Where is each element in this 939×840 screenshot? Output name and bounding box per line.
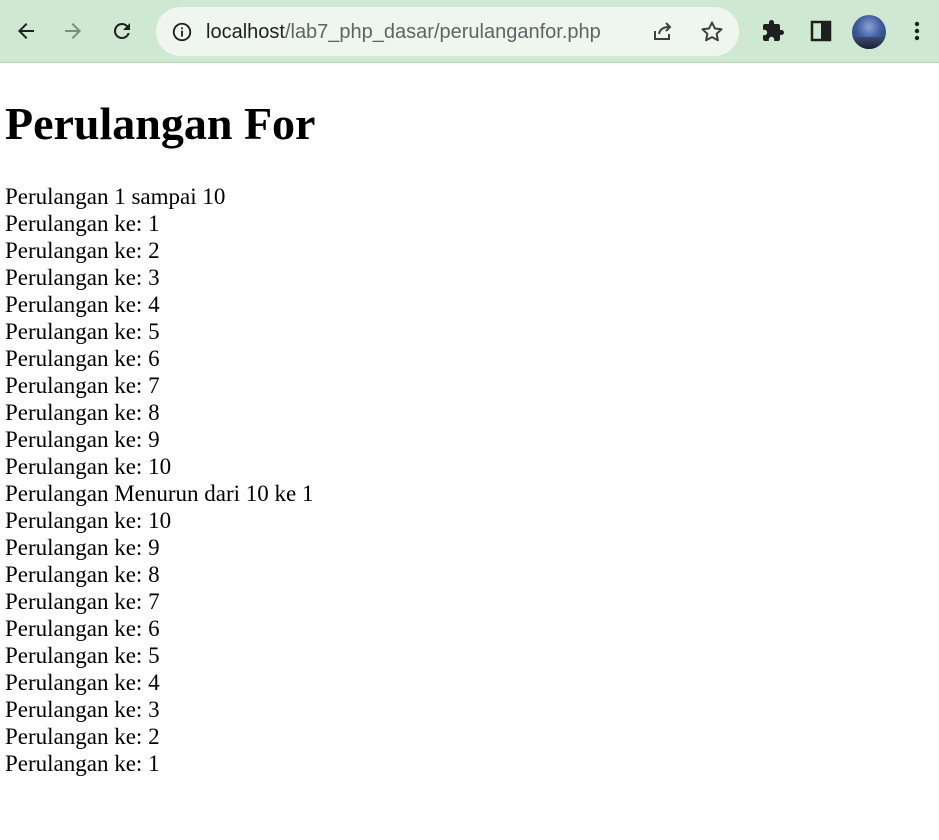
output-line: Perulangan ke: 6: [5, 346, 160, 371]
url-text[interactable]: localhost/lab7_php_dasar/perulanganfor.p…: [206, 20, 601, 44]
output-line: Perulangan ke: 10: [5, 508, 172, 533]
output-line: Perulangan ke: 1: [5, 751, 160, 776]
output-line: Perulangan ke: 3: [5, 265, 160, 290]
more-vert-icon: [914, 21, 920, 41]
output-line: Perulangan ke: 9: [5, 535, 160, 560]
output-line: Perulangan ke: 2: [5, 724, 160, 749]
output-line: Perulangan ke: 7: [5, 589, 160, 614]
browser-toolbar: localhost/lab7_php_dasar/perulanganfor.p…: [0, 0, 939, 63]
output-line: Perulangan ke: 6: [5, 616, 160, 641]
page-title: Perulangan For: [5, 98, 316, 149]
arrow-left-icon: [18, 23, 34, 39]
output-line: Perulangan ke: 4: [5, 292, 160, 317]
loop-output: Perulangan 1 sampai 10 Perulangan ke: 1 …: [5, 183, 314, 777]
url-path: /lab7_php_dasar/perulanganfor.php: [284, 21, 601, 43]
output-line: Perulangan ke: 1: [5, 211, 160, 236]
output-line: Perulangan 1 sampai 10: [5, 184, 226, 209]
side-panel-icon: [810, 20, 832, 42]
output-line: Perulangan ke: 7: [5, 373, 160, 398]
back-button[interactable]: [9, 14, 43, 48]
arrow-right-icon: [65, 23, 81, 39]
output-line: Perulangan ke: 4: [5, 670, 160, 695]
output-line: Perulangan ke: 10: [5, 454, 172, 479]
output-line: Perulangan ke: 2: [5, 238, 160, 263]
menu-button[interactable]: [900, 14, 934, 48]
profile-avatar[interactable]: [852, 15, 886, 49]
output-line: Perulangan ke: 9: [5, 427, 160, 452]
address-bar[interactable]: localhost/lab7_php_dasar/perulanganfor.p…: [156, 7, 739, 56]
url-host: localhost: [206, 21, 285, 43]
side-panel-button[interactable]: [804, 14, 838, 48]
forward-button[interactable]: [56, 14, 90, 48]
reload-button[interactable]: [105, 14, 139, 48]
star-icon[interactable]: [699, 19, 725, 45]
page-content: Perulangan For Perulangan 1 sampai 10 Pe…: [0, 63, 939, 840]
output-line: Perulangan ke: 3: [5, 697, 160, 722]
puzzle-icon: [763, 20, 784, 41]
share-icon[interactable]: [650, 19, 676, 45]
output-line: Perulangan ke: 8: [5, 400, 160, 425]
output-line: Perulangan ke: 5: [5, 643, 160, 668]
reload-icon: [113, 22, 130, 39]
extensions-button[interactable]: [756, 14, 790, 48]
output-line: Perulangan ke: 8: [5, 562, 160, 587]
output-line: Perulangan Menurun dari 10 ke 1: [5, 481, 314, 506]
site-info-icon[interactable]: [171, 21, 193, 43]
output-line: Perulangan ke: 5: [5, 319, 160, 344]
